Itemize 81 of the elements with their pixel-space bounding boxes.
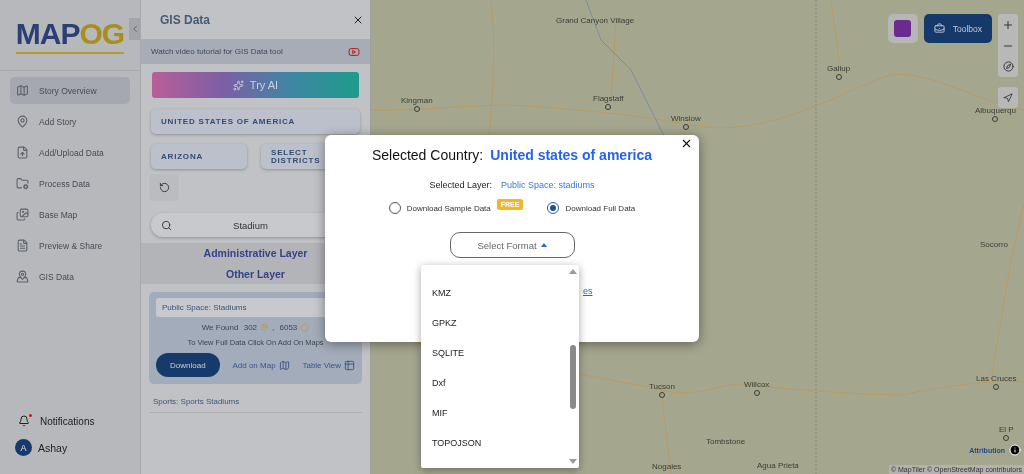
panel-title: GIS Data xyxy=(160,12,210,27)
option-label: Download Sample Data xyxy=(406,203,491,213)
city-label: Grand Canyon Village xyxy=(556,16,635,25)
nav-item[interactable]: Preview & Share xyxy=(10,232,130,259)
city-label: Tucson xyxy=(649,382,675,391)
reset-icon xyxy=(158,182,170,193)
layer-item[interactable]: Sports: Sports Stadiums xyxy=(149,394,362,413)
polygon-count: 6053 xyxy=(278,323,298,332)
notifications-item[interactable]: Notifications xyxy=(0,415,140,427)
format-option[interactable]: SQLITE xyxy=(421,338,567,368)
city-label: Winslow xyxy=(671,114,701,123)
city-label: Albuquerqu xyxy=(975,106,1016,115)
format-option[interactable]: TOPOJSON xyxy=(421,428,567,458)
close-button[interactable] xyxy=(680,137,693,150)
briefcase-icon xyxy=(933,23,945,34)
map-pin-icon xyxy=(16,270,29,283)
nav-item[interactable]: GIS Data xyxy=(10,263,130,290)
nav-item[interactable]: Add Story xyxy=(10,108,130,135)
try-ai-button[interactable]: Try AI xyxy=(152,72,359,98)
city-label: Agua Prieta xyxy=(757,461,799,470)
avatar: A xyxy=(15,439,32,456)
pin-icon xyxy=(260,323,270,332)
format-option[interactable]: MIF xyxy=(421,398,567,428)
nav-item[interactable]: Story Overview xyxy=(10,77,130,104)
map-icon xyxy=(16,84,29,97)
layer-label: Selected Layer: xyxy=(429,180,492,190)
map-icon xyxy=(278,359,290,371)
separator: , xyxy=(272,323,275,332)
city-label: Nogales xyxy=(652,462,682,471)
toolbox-button[interactable]: Toolbox xyxy=(923,14,992,43)
folder-gear-icon xyxy=(16,177,29,190)
locate-button[interactable] xyxy=(998,87,1018,108)
logo: MAPOG xyxy=(15,16,125,54)
document-icon xyxy=(16,239,29,252)
compass-icon xyxy=(1002,61,1014,72)
add-on-map-link[interactable]: Add on Map xyxy=(232,359,290,371)
nav-item[interactable]: Base Map xyxy=(10,201,130,228)
nav-item[interactable]: Process Data xyxy=(10,170,130,197)
nav-item[interactable]: Add/Upload Data xyxy=(10,139,130,166)
plus-icon xyxy=(1002,18,1014,31)
country-value: United states of america xyxy=(490,147,653,163)
format-option[interactable]: GPKZ xyxy=(421,308,567,338)
city-label: Las Cruces xyxy=(976,374,1017,383)
polygon-icon xyxy=(300,323,310,332)
video-icon xyxy=(348,45,360,58)
city-label: Tombstone xyxy=(706,437,746,446)
layer-value: Public Space: stadiums xyxy=(501,180,595,190)
format-option[interactable]: KMZ xyxy=(421,278,567,308)
bell-icon xyxy=(18,415,30,427)
option-label: Download Full Data xyxy=(565,203,636,213)
file-upload-icon xyxy=(16,146,29,159)
ai-button[interactable] xyxy=(887,14,918,43)
download-button[interactable]: Download xyxy=(156,353,220,377)
city-label: Flagstaff xyxy=(593,94,624,103)
point-count: 302 xyxy=(242,323,258,332)
info-icon[interactable] xyxy=(1009,444,1021,456)
city-label: Willcox xyxy=(744,380,770,389)
pin-icon xyxy=(16,115,29,128)
country-button[interactable]: UNITED STATES OF AMERICA xyxy=(151,109,360,134)
sparkles-icon xyxy=(232,79,244,91)
layer-tab[interactable]: Other Layer xyxy=(226,268,285,280)
city-label: Gallup xyxy=(827,64,851,73)
user-item[interactable]: A Ashay xyxy=(0,439,140,474)
table-icon xyxy=(344,359,355,371)
city-label: Kingman xyxy=(401,96,433,105)
link[interactable]: es xyxy=(583,286,593,296)
tutorial-bar[interactable]: Watch video tutorial for GIS Data tool xyxy=(141,39,370,64)
search-icon xyxy=(161,220,172,231)
close-icon xyxy=(680,137,693,150)
city-label: Socorro xyxy=(980,240,1008,249)
found-label: We Found xyxy=(201,323,239,332)
country-label: Selected Country: xyxy=(371,147,484,163)
navigation-arrow-icon xyxy=(1003,92,1013,103)
city-label: El P xyxy=(999,425,1014,434)
format-select[interactable]: Select Format xyxy=(449,232,575,258)
reset-button[interactable] xyxy=(149,174,179,201)
format-option[interactable]: Dxf xyxy=(421,368,567,398)
state-button[interactable]: ARIZONA xyxy=(151,144,247,169)
layer-tab[interactable]: Administrative Layer xyxy=(203,247,308,259)
images-icon xyxy=(16,208,29,221)
table-view-link[interactable]: Table View xyxy=(302,359,355,371)
